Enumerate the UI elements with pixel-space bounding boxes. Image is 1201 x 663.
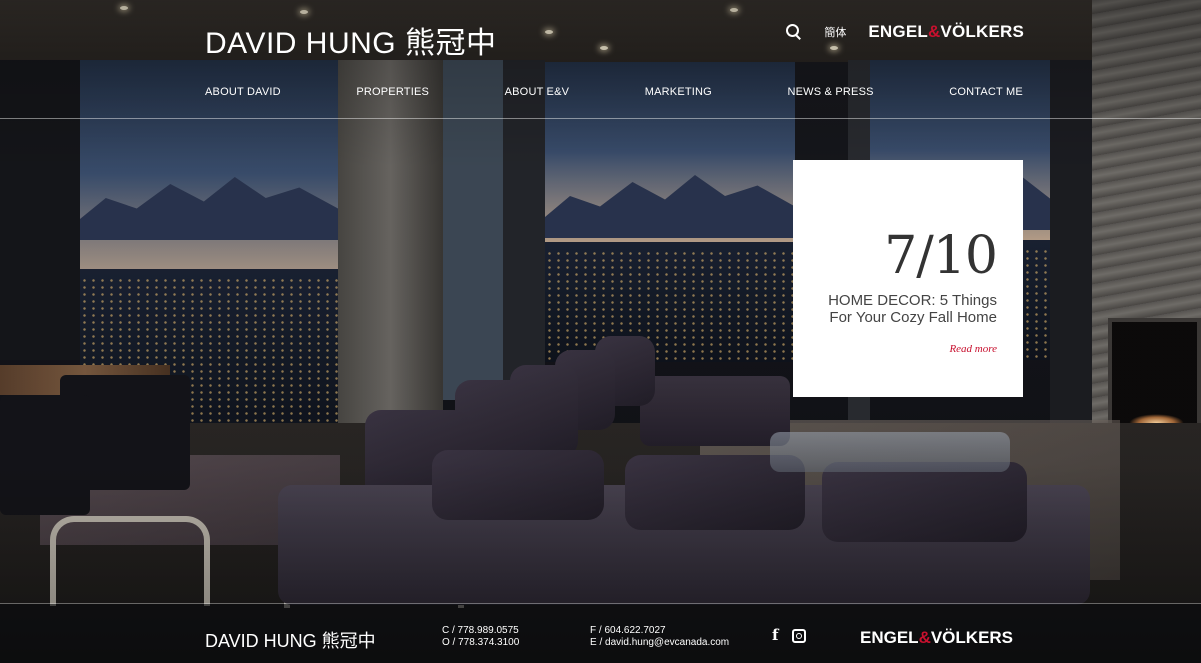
email-link[interactable]: E / david.hung@evcanada.com bbox=[590, 637, 729, 649]
cell-phone[interactable]: C / 778.989.0575 bbox=[442, 625, 519, 637]
nav-item-about-david[interactable]: ABOUT DAVID bbox=[205, 86, 281, 98]
language-toggle[interactable]: 簡体 bbox=[824, 24, 846, 40]
header-utilities: 簡体 ENGEL&VÖLKERS bbox=[786, 22, 1024, 42]
nav-item-properties[interactable]: PROPERTIES bbox=[356, 86, 429, 98]
read-more-link[interactable]: Read more bbox=[949, 343, 997, 355]
nav-item-marketing[interactable]: MARKETING bbox=[645, 86, 712, 98]
phone-contacts: C / 778.989.0575 O / 778.374.3100 bbox=[442, 625, 519, 649]
engel-volkers-logo[interactable]: ENGEL&VÖLKERS bbox=[868, 22, 1024, 42]
footer-logo-text-left: ENGEL bbox=[860, 628, 919, 647]
social-links: f bbox=[772, 628, 807, 643]
feature-card[interactable]: 7/10 HOME DECOR: 5 Things For Your Cozy … bbox=[793, 160, 1023, 397]
footer-logo-text-right: VÖLKERS bbox=[930, 628, 1014, 647]
nav-divider bbox=[0, 118, 1201, 119]
footer-engel-volkers-logo[interactable]: ENGEL&VÖLKERS bbox=[860, 628, 1013, 648]
logo-text-right: VÖLKERS bbox=[940, 22, 1024, 41]
feature-title: HOME DECOR: 5 Things For Your Cozy Fall … bbox=[828, 292, 997, 326]
feature-date: 7/10 bbox=[884, 226, 998, 286]
nav-item-about-ev[interactable]: ABOUT E&V bbox=[505, 86, 570, 98]
instagram-icon[interactable] bbox=[792, 628, 807, 643]
footer-brand[interactable]: DAVID HUNG 熊冠中 bbox=[205, 627, 376, 653]
site-brand[interactable]: DAVID HUNG 熊冠中 bbox=[205, 18, 496, 62]
main-nav: ABOUT DAVID PROPERTIES ABOUT E&V MARKETI… bbox=[205, 86, 1023, 98]
fax-email-contacts: F / 604.622.7027 E / david.hung@evcanada… bbox=[590, 625, 729, 649]
search-icon[interactable] bbox=[786, 24, 802, 40]
footer-logo-ampersand: & bbox=[918, 628, 931, 647]
fax-number: F / 604.622.7027 bbox=[590, 625, 666, 636]
logo-text-left: ENGEL bbox=[868, 22, 928, 41]
office-phone[interactable]: O / 778.374.3100 bbox=[442, 637, 519, 649]
nav-item-contact-me[interactable]: CONTACT ME bbox=[949, 86, 1023, 98]
footer: DAVID HUNG 熊冠中 C / 778.989.0575 O / 778.… bbox=[0, 604, 1201, 663]
facebook-icon[interactable]: f bbox=[772, 628, 778, 643]
logo-ampersand: & bbox=[927, 22, 941, 41]
nav-item-news-press[interactable]: NEWS & PRESS bbox=[788, 86, 874, 98]
